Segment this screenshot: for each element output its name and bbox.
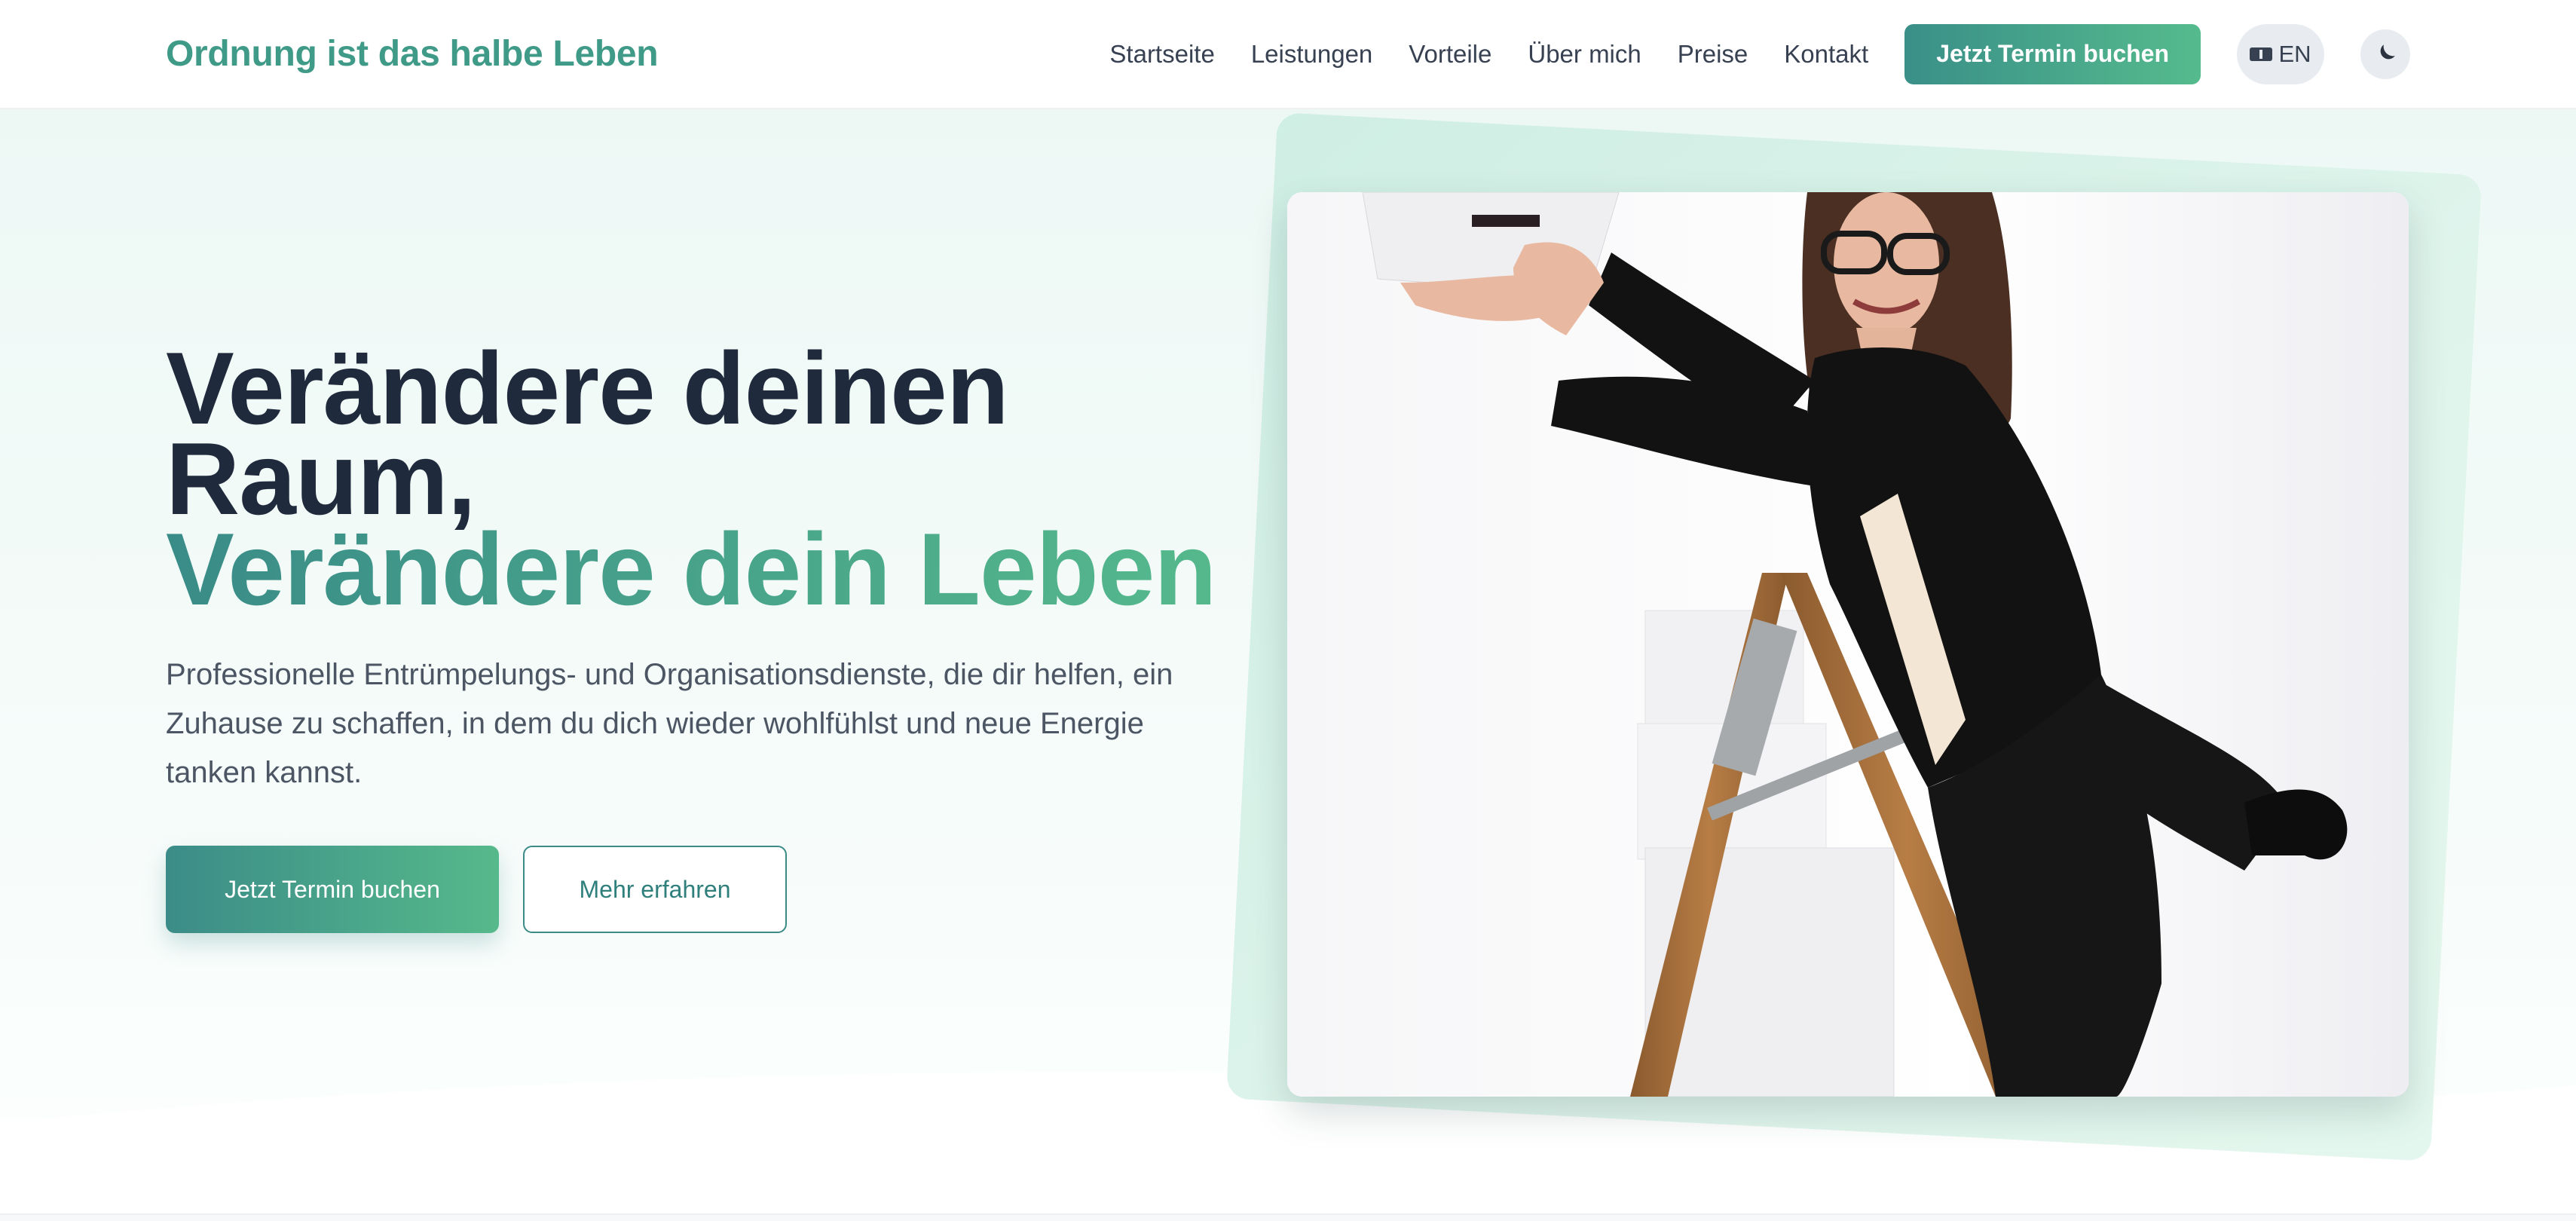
hero-title-accent: Verändere dein Leben: [166, 518, 1221, 620]
nav-vorteile[interactable]: Vorteile: [1409, 40, 1491, 69]
hero-buttons: Jetzt Termin buchen Mehr erfahren: [166, 846, 1221, 933]
language-icon: [2250, 47, 2273, 61]
hero-photo-illustration: [1287, 192, 2409, 1097]
next-section-edge: [0, 1213, 2576, 1221]
nav-leistungen[interactable]: Leistungen: [1251, 40, 1372, 69]
hero-content: Verändere deinen Raum, Verändere dein Le…: [166, 337, 1221, 933]
nav-preise[interactable]: Preise: [1678, 40, 1748, 69]
hero-image: [1287, 192, 2409, 1097]
hero-description: Professionelle Entrümpelungs- und Organi…: [166, 658, 1173, 789]
theme-toggle[interactable]: [2360, 29, 2410, 79]
site-header: Ordnung ist das halbe Leben Startseite L…: [0, 0, 2576, 109]
book-appointment-button[interactable]: Jetzt Termin buchen: [166, 846, 499, 933]
language-label: EN: [2278, 40, 2311, 67]
main-nav: Startseite Leistungen Vorteile Über mich…: [1073, 23, 2410, 84]
brand-logo[interactable]: Ordnung ist das halbe Leben: [166, 33, 659, 75]
nav-ueber-mich[interactable]: Über mich: [1528, 40, 1641, 69]
nav-kontakt[interactable]: Kontakt: [1784, 40, 1868, 69]
nav-startseite[interactable]: Startseite: [1109, 40, 1214, 69]
language-toggle[interactable]: EN: [2237, 23, 2324, 84]
learn-more-button[interactable]: Mehr erfahren: [523, 846, 787, 933]
header-book-button[interactable]: Jetzt Termin buchen: [1904, 23, 2201, 84]
hero-title: Verändere deinen Raum, Verändere dein Le…: [166, 337, 1221, 620]
moon-icon: [2380, 44, 2395, 59]
page: Ordnung ist das halbe Leben Startseite L…: [0, 0, 2576, 1221]
